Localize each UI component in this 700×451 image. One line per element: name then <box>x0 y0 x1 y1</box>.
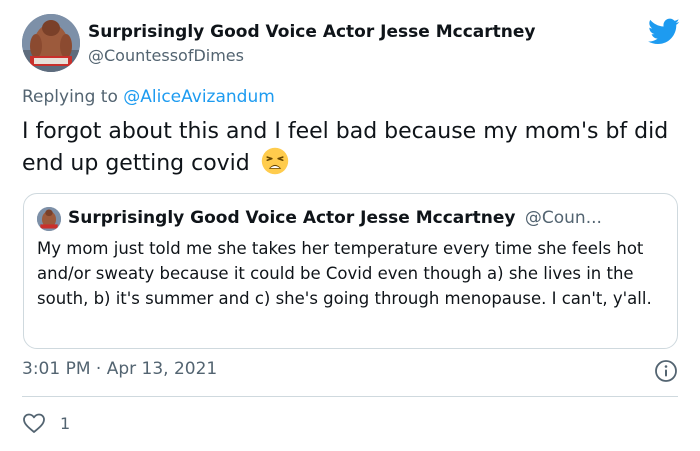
quoted-avatar[interactable] <box>37 207 61 231</box>
tweet-text-content: I forgot about this and I feel bad becau… <box>22 119 669 176</box>
tweet-header: Surprisingly Good Voice Actor Jesse Mcca… <box>22 14 682 76</box>
heart-icon[interactable] <box>22 411 46 435</box>
tweet-text: I forgot about this and I feel bad becau… <box>22 117 672 179</box>
replying-prefix: Replying to <box>22 87 118 107</box>
quoted-tweet[interactable]: Surprisingly Good Voice Actor Jesse Mcca… <box>23 193 678 349</box>
author-display-name[interactable]: Surprisingly Good Voice Actor Jesse Mcca… <box>88 22 535 42</box>
divider <box>22 396 678 397</box>
author-handle[interactable]: @CountessofDimes <box>88 46 535 65</box>
replying-to: Replying to @AliceAvizandum <box>22 87 275 107</box>
quoted-display-name[interactable]: Surprisingly Good Voice Actor Jesse Mcca… <box>68 208 515 228</box>
quoted-handle[interactable]: @Coun... <box>525 208 602 228</box>
quoted-text: My mom just told me she takes her temper… <box>37 239 652 308</box>
quoted-header: Surprisingly Good Voice Actor Jesse Mcca… <box>68 208 668 228</box>
weary-face-icon <box>261 147 288 175</box>
info-icon[interactable] <box>654 359 678 383</box>
like-count: 1 <box>60 413 71 433</box>
avatar[interactable] <box>22 14 80 72</box>
like-action[interactable]: 1 <box>22 410 70 436</box>
twitter-bird-icon[interactable] <box>648 18 680 46</box>
reply-mention-link[interactable]: @AliceAvizandum <box>123 87 275 107</box>
author-info: Surprisingly Good Voice Actor Jesse Mcca… <box>88 22 535 65</box>
tweet-timestamp[interactable]: 3:01 PM · Apr 13, 2021 <box>22 359 217 379</box>
